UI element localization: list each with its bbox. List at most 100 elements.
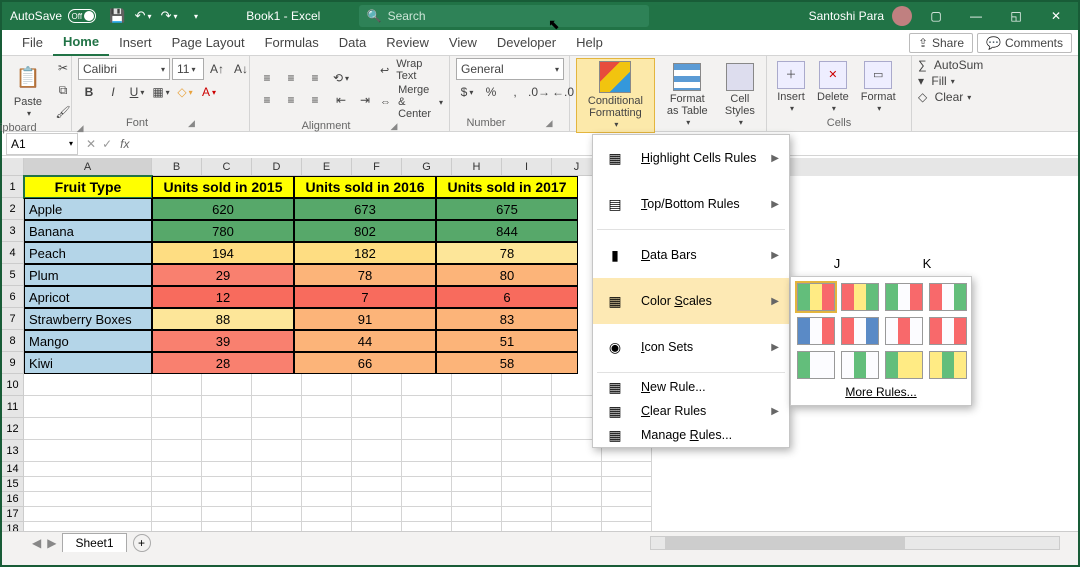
color-scale-option[interactable] xyxy=(885,351,923,379)
select-all-corner[interactable] xyxy=(2,158,24,176)
cell-empty[interactable] xyxy=(552,492,602,507)
cell-empty[interactable] xyxy=(252,418,302,440)
color-scale-option[interactable] xyxy=(929,317,967,345)
tab-page-layout[interactable]: Page Layout xyxy=(162,30,255,56)
cell-fruit[interactable]: Apple xyxy=(24,198,152,220)
cell-empty[interactable] xyxy=(402,492,452,507)
cell-empty[interactable] xyxy=(202,477,252,492)
merge-center-button[interactable]: ⇔ Merge & Center▾ xyxy=(380,84,443,120)
cell-empty[interactable] xyxy=(24,477,152,492)
column-header[interactable]: D xyxy=(252,158,302,176)
cell-empty[interactable] xyxy=(252,492,302,507)
sheet-tab[interactable]: Sheet1 xyxy=(62,533,126,552)
alignment-launcher-icon[interactable]: ◢ xyxy=(391,121,398,132)
maximize-icon[interactable]: ◱ xyxy=(1000,2,1032,30)
cell-empty[interactable] xyxy=(502,396,552,418)
cell-empty[interactable] xyxy=(202,507,252,522)
cell-empty[interactable] xyxy=(252,462,302,477)
cell-value[interactable]: 83 xyxy=(436,308,578,330)
column-header[interactable]: F xyxy=(352,158,402,176)
menu-clear-rules[interactable]: ▦ Clear Rules ▶ xyxy=(593,399,789,423)
cell-empty[interactable] xyxy=(352,440,402,462)
autosave-toggle[interactable]: Off xyxy=(68,9,96,23)
cell-value[interactable]: 80 xyxy=(436,264,578,286)
column-header[interactable]: I xyxy=(502,158,552,176)
borders-button[interactable]: ▦▾ xyxy=(150,82,172,102)
cell-value[interactable]: 12 xyxy=(152,286,294,308)
column-header[interactable]: B xyxy=(152,158,202,176)
cell-fruit[interactable]: Peach xyxy=(24,242,152,264)
tab-view[interactable]: View xyxy=(439,30,487,56)
cell-empty[interactable] xyxy=(352,492,402,507)
cell-value[interactable]: 78 xyxy=(294,264,436,286)
sheet-nav-prev-icon[interactable]: ◀ xyxy=(32,536,41,550)
cell-fruit[interactable]: Banana xyxy=(24,220,152,242)
cell-empty[interactable] xyxy=(402,507,452,522)
color-scale-option[interactable] xyxy=(929,283,967,311)
cell-empty[interactable] xyxy=(502,462,552,477)
comma-format-icon[interactable]: , xyxy=(504,82,526,102)
cell-empty[interactable] xyxy=(202,440,252,462)
cell-header[interactable]: Fruit Type xyxy=(24,176,152,198)
sheet-nav-next-icon[interactable]: ▶ xyxy=(47,536,56,550)
cell-empty[interactable] xyxy=(452,477,502,492)
color-scale-option[interactable] xyxy=(929,351,967,379)
row-header[interactable]: 7 xyxy=(2,308,24,330)
menu-highlight-cells-rules[interactable]: ▦ Highlight Cells Rules ▶ xyxy=(593,135,789,181)
cell-value[interactable]: 78 xyxy=(436,242,578,264)
align-bottom-icon[interactable]: ≡ xyxy=(304,68,326,88)
tab-insert[interactable]: Insert xyxy=(109,30,162,56)
align-middle-icon[interactable]: ≡ xyxy=(280,68,302,88)
cell-empty[interactable] xyxy=(352,418,402,440)
color-scale-option[interactable] xyxy=(797,351,835,379)
cell-empty[interactable] xyxy=(24,418,152,440)
column-header[interactable]: G xyxy=(402,158,452,176)
row-header[interactable]: 6 xyxy=(2,286,24,308)
cell-header[interactable]: Units sold in 2015 xyxy=(152,176,294,198)
cell-fruit[interactable]: Plum xyxy=(24,264,152,286)
cell-empty[interactable] xyxy=(252,507,302,522)
column-header[interactable]: C xyxy=(202,158,252,176)
cell-empty[interactable] xyxy=(152,418,202,440)
cell-header[interactable]: Units sold in 2017 xyxy=(436,176,578,198)
cell-empty[interactable] xyxy=(152,396,202,418)
cell-empty[interactable] xyxy=(452,507,502,522)
cell-empty[interactable] xyxy=(402,440,452,462)
tab-home[interactable]: Home xyxy=(53,30,109,56)
insert-cells-button[interactable]: ＋Insert▾ xyxy=(773,59,809,116)
cancel-formula-icon[interactable]: ✕ xyxy=(86,137,96,151)
cell-empty[interactable] xyxy=(202,418,252,440)
number-format-dropdown[interactable]: General▾ xyxy=(456,58,564,80)
increase-font-icon[interactable]: A↑ xyxy=(206,59,228,79)
cell-empty[interactable] xyxy=(24,507,152,522)
cell-empty[interactable] xyxy=(252,440,302,462)
row-header[interactable]: 1 xyxy=(2,176,24,198)
align-top-icon[interactable]: ≡ xyxy=(256,68,278,88)
cell-empty[interactable] xyxy=(452,418,502,440)
cell-value[interactable]: 675 xyxy=(436,198,578,220)
format-painter-icon[interactable]: 🖌 xyxy=(52,102,74,122)
redo-icon[interactable]: ↷▾ xyxy=(158,5,180,27)
column-header[interactable]: E xyxy=(302,158,352,176)
cell-empty[interactable] xyxy=(602,507,652,522)
increase-indent-icon[interactable]: ⇥ xyxy=(354,90,376,110)
column-header[interactable]: A xyxy=(24,158,152,176)
cell-empty[interactable] xyxy=(152,492,202,507)
cell-empty[interactable] xyxy=(202,462,252,477)
tab-review[interactable]: Review xyxy=(376,30,439,56)
row-header[interactable]: 11 xyxy=(2,396,24,418)
cell-empty[interactable] xyxy=(252,374,302,396)
cell-empty[interactable] xyxy=(552,507,602,522)
underline-button[interactable]: U▾ xyxy=(126,82,148,102)
cell-empty[interactable] xyxy=(352,374,402,396)
row-header[interactable]: 13 xyxy=(2,440,24,462)
cell-empty[interactable] xyxy=(302,507,352,522)
cell-empty[interactable] xyxy=(152,374,202,396)
cell-empty[interactable] xyxy=(452,440,502,462)
row-header[interactable]: 14 xyxy=(2,462,24,477)
cell-empty[interactable] xyxy=(202,374,252,396)
cell-value[interactable]: 51 xyxy=(436,330,578,352)
cell-empty[interactable] xyxy=(602,492,652,507)
cell-value[interactable]: 44 xyxy=(294,330,436,352)
tab-developer[interactable]: Developer xyxy=(487,30,566,56)
